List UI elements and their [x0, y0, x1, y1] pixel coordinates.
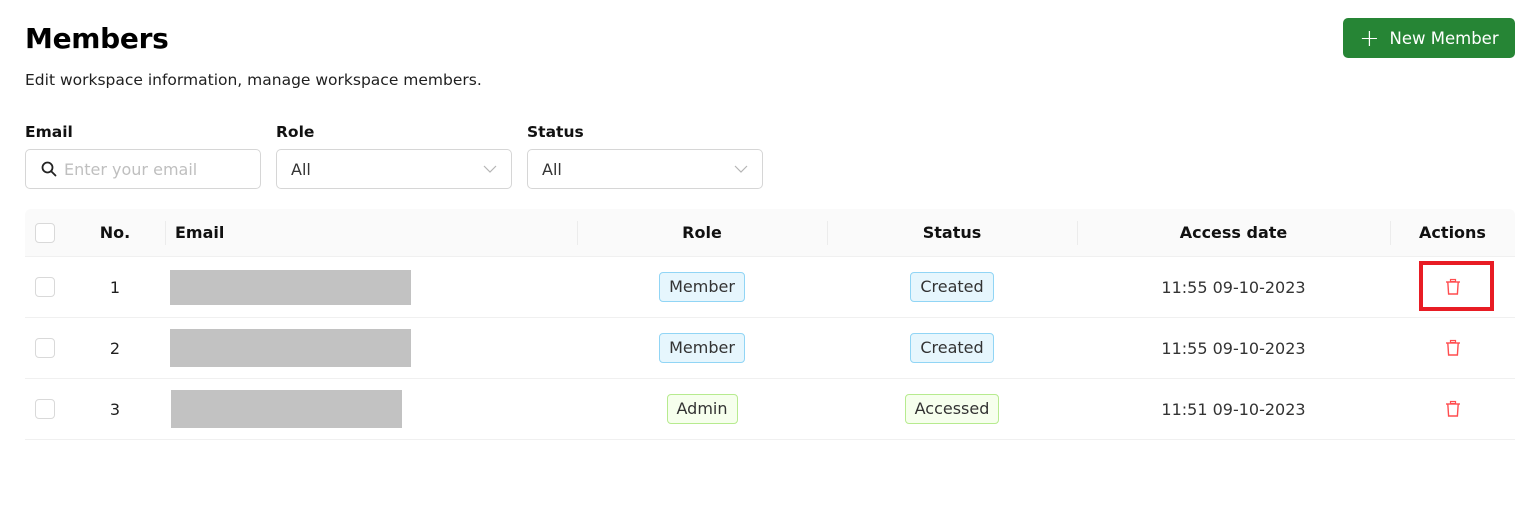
trash-icon [1445, 278, 1460, 295]
email-filter: Email [25, 123, 261, 189]
table-row: 1 Member Created 11:55 09-10-2023 [25, 257, 1515, 318]
column-header-actions: Actions [1390, 209, 1515, 256]
access-date: 11:55 09-10-2023 [1161, 277, 1306, 297]
delete-button[interactable] [1441, 397, 1465, 421]
trash-icon [1445, 400, 1460, 417]
column-header-email: Email [165, 209, 577, 256]
email-filter-label: Email [25, 123, 73, 141]
role-tag: Member [659, 333, 745, 363]
plus-icon: + [1359, 24, 1380, 52]
status-tag: Accessed [904, 394, 1000, 424]
status-select-value: All [542, 159, 562, 179]
page-title: Members [25, 22, 169, 55]
email-search-input[interactable] [64, 159, 246, 179]
role-filter-label: Role [276, 123, 315, 141]
chevron-down-icon [483, 165, 497, 173]
row-number: 1 [109, 277, 121, 297]
role-select-value: All [291, 159, 311, 179]
redacted-email [170, 329, 411, 367]
access-date: 11:51 09-10-2023 [1161, 399, 1306, 419]
status-select[interactable]: All [527, 149, 763, 189]
new-member-button[interactable]: + New Member [1343, 18, 1515, 58]
new-member-label: New Member [1389, 28, 1499, 48]
redacted-email [170, 269, 411, 305]
status-tag: Created [910, 272, 994, 302]
role-select[interactable]: All [276, 149, 512, 189]
table-row: 2 Member Created 11:55 09-10-2023 [25, 318, 1515, 379]
search-icon [41, 161, 57, 177]
status-tag: Created [910, 333, 994, 363]
table-header: No. Email Role Status Access date Action… [25, 209, 1515, 257]
chevron-down-icon [734, 165, 748, 173]
delete-button[interactable] [1441, 275, 1465, 299]
column-header-status: Status [827, 209, 1077, 256]
delete-button[interactable] [1441, 336, 1465, 360]
table-row: 3 Admin Accessed 11:51 09-10-2023 [25, 379, 1515, 440]
row-checkbox[interactable] [35, 338, 55, 358]
trash-icon [1445, 339, 1460, 356]
row-checkbox[interactable] [35, 399, 55, 419]
role-tag: Admin [666, 394, 738, 424]
redacted-email [171, 390, 402, 428]
page-subtitle: Edit workspace information, manage works… [25, 71, 482, 89]
email-search-field[interactable] [25, 149, 261, 189]
column-header-role: Role [577, 209, 827, 256]
status-filter: Status All [527, 123, 763, 189]
access-date: 11:55 09-10-2023 [1161, 338, 1306, 358]
status-filter-label: Status [527, 123, 584, 141]
members-table: No. Email Role Status Access date Action… [25, 209, 1515, 440]
row-checkbox[interactable] [35, 277, 55, 297]
row-number: 3 [109, 399, 121, 419]
role-filter: Role All [276, 123, 512, 189]
row-number: 2 [109, 338, 121, 358]
column-header-no: No. [99, 223, 131, 242]
column-header-access-date: Access date [1077, 209, 1390, 256]
role-tag: Member [659, 272, 745, 302]
select-all-checkbox[interactable] [35, 222, 55, 243]
